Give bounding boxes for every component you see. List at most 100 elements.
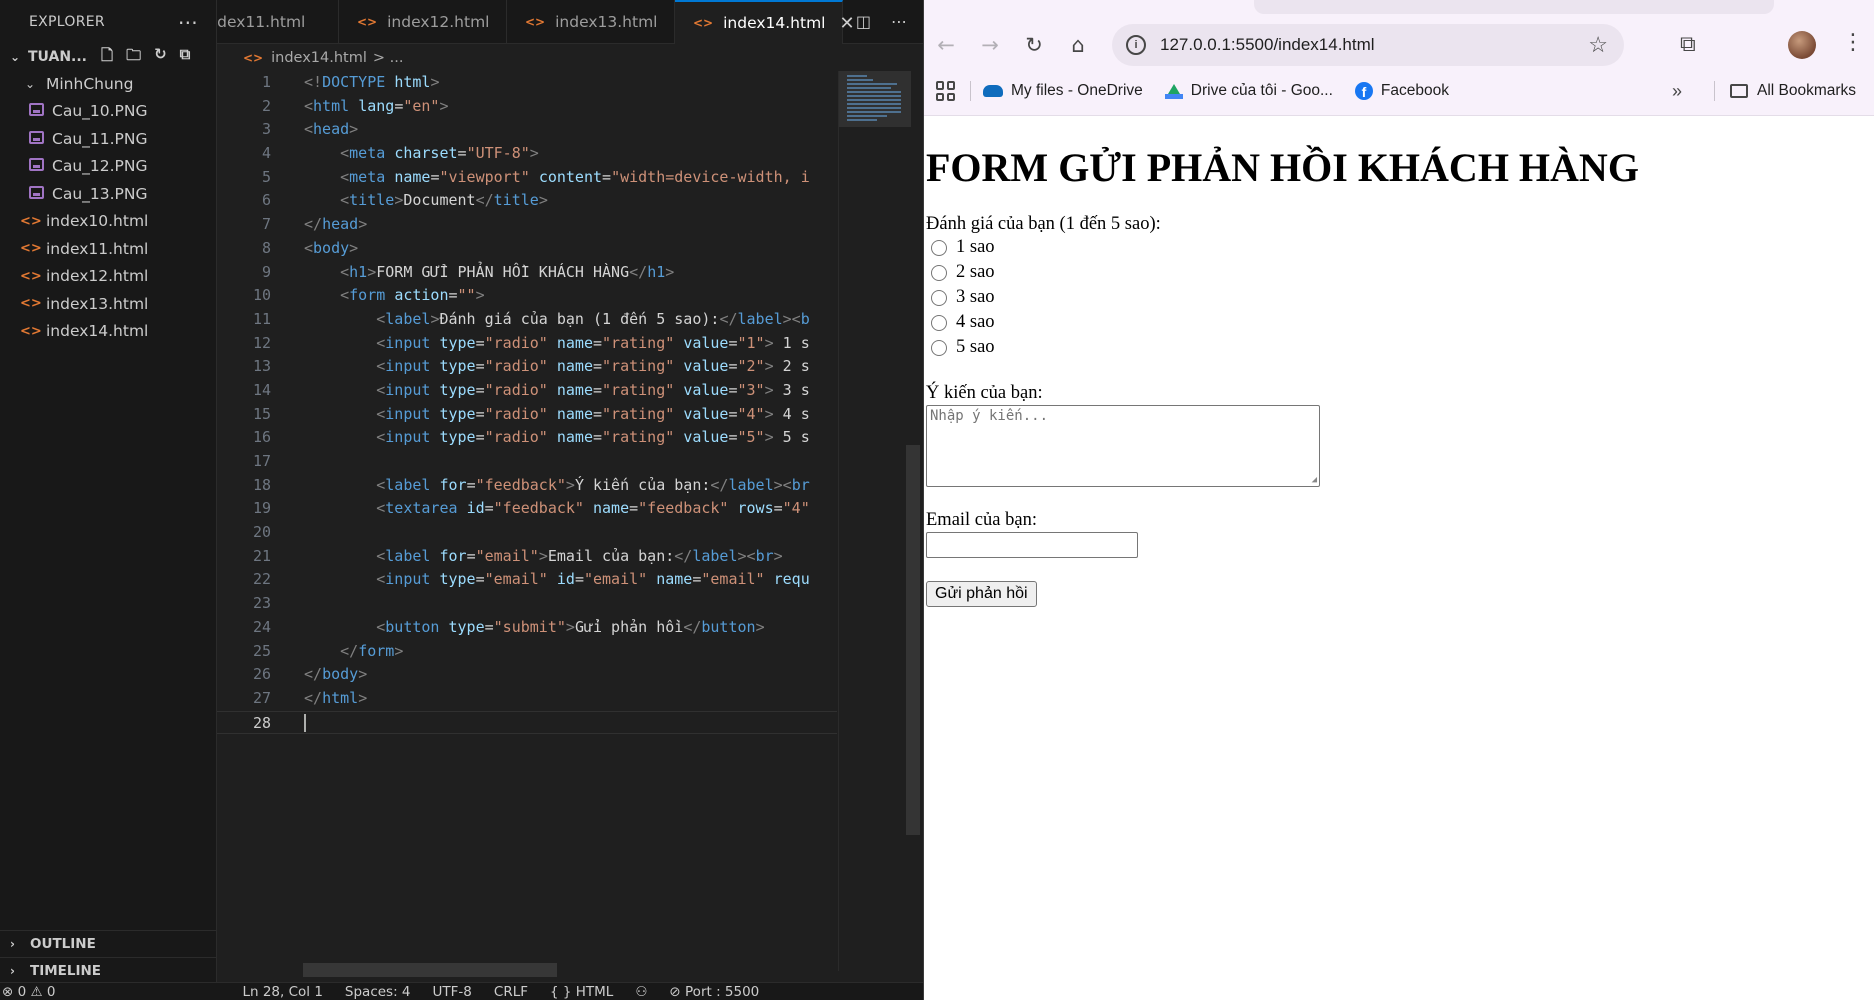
tree-item[interactable]: <> index12.html xyxy=(0,263,216,291)
code-line[interactable]: 9 <h1>FORM GỬI PHẢN HỒI KHÁCH HÀNG</h1> xyxy=(217,261,837,285)
horizontal-scrollbar[interactable] xyxy=(303,963,557,977)
live-server-port[interactable]: ⊘ Port : 5500 xyxy=(669,984,759,1000)
more-actions-icon[interactable]: ⋯ xyxy=(178,12,198,32)
code-line[interactable]: 12 <input type="radio" name="rating" val… xyxy=(217,332,837,356)
code-line[interactable]: 21 <label for="email">Email của bạn:</la… xyxy=(217,545,837,569)
rating-option[interactable]: 1 sao xyxy=(926,235,1872,260)
workspace-folder-name: TUAN... xyxy=(28,49,87,65)
encoding[interactable]: UTF-8 xyxy=(433,984,472,1000)
extensions-icon[interactable]: ⧉ xyxy=(1680,32,1696,57)
url-text[interactable]: 127.0.0.1:5500/index14.html xyxy=(1160,35,1375,55)
code-line[interactable]: 16 <input type="radio" name="rating" val… xyxy=(217,426,837,450)
code-line[interactable]: 13 <input type="radio" name="rating" val… xyxy=(217,355,837,379)
site-info-icon[interactable]: i xyxy=(1126,35,1146,55)
code-line[interactable]: 24 <button type="submit">Gửi phản hồi</b… xyxy=(217,616,837,640)
rating-option[interactable]: 4 sao xyxy=(926,310,1872,335)
indentation[interactable]: Spaces: 4 xyxy=(345,984,411,1000)
code-line[interactable]: 7 </head> xyxy=(217,213,837,237)
refresh-icon[interactable]: ↻ xyxy=(154,45,167,70)
apps-grid-icon[interactable] xyxy=(936,81,956,101)
back-button[interactable]: ← xyxy=(924,24,968,66)
rating-radio[interactable] xyxy=(931,314,947,331)
email-input[interactable] xyxy=(926,532,1138,558)
chevron-double-right-icon[interactable]: » xyxy=(1672,81,1682,102)
tree-item[interactable]: Cau_13.PNG xyxy=(0,180,216,208)
timeline-section[interactable]: › TIMELINE xyxy=(0,957,216,984)
rating-option[interactable]: 2 sao xyxy=(926,260,1872,285)
code-line[interactable]: 14 <input type="radio" name="rating" val… xyxy=(217,379,837,403)
new-folder-icon[interactable]: 🗀 xyxy=(126,45,141,70)
address-bar[interactable]: i 127.0.0.1:5500/index14.html ☆ xyxy=(1112,24,1624,66)
minimap[interactable] xyxy=(838,71,911,971)
tab-index12[interactable]: <> index12.html xyxy=(339,0,507,44)
workspace-folder[interactable]: ⌄ TUAN... 🗋 🗀 ↻ ⧉ xyxy=(0,44,216,70)
tree-item[interactable]: <> index10.html xyxy=(0,208,216,236)
code-line[interactable]: 17 xyxy=(217,450,837,474)
resize-handle-icon[interactable]: ◢ xyxy=(1312,475,1317,485)
breadcrumb-rest[interactable]: > ... xyxy=(373,50,404,66)
problems-indicator[interactable]: ⊗ 0 ⚠ 0 xyxy=(2,984,55,1000)
tab-index13[interactable]: <> index13.html xyxy=(507,0,675,44)
tree-item[interactable]: Cau_11.PNG xyxy=(0,125,216,153)
outline-section[interactable]: › OUTLINE xyxy=(0,930,216,957)
code-line[interactable]: 26 </body> xyxy=(217,663,837,687)
cursor-position[interactable]: Ln 28, Col 1 xyxy=(242,984,322,1000)
code-line[interactable]: 10 <form action=""> xyxy=(217,284,837,308)
forward-button[interactable]: → xyxy=(968,24,1012,66)
tree-item[interactable]: Cau_12.PNG xyxy=(0,153,216,181)
code-line[interactable]: 3 <head> xyxy=(217,118,837,142)
rating-option[interactable]: 5 sao xyxy=(926,335,1872,360)
reload-button[interactable]: ↻ xyxy=(1012,24,1056,66)
code-line[interactable]: 28 xyxy=(217,710,837,735)
rating-option[interactable]: 3 sao xyxy=(926,285,1872,310)
rating-radio[interactable] xyxy=(931,289,947,306)
tree-item[interactable]: ⌄ MinhChung xyxy=(0,70,216,98)
tree-item[interactable]: <> index11.html xyxy=(0,235,216,263)
code-line[interactable]: 1 <!DOCTYPE html> xyxy=(217,71,837,95)
code-line[interactable]: 5 <meta name="viewport" content="width=d… xyxy=(217,166,837,190)
code-line[interactable]: 22 <input type="email" id="email" name="… xyxy=(217,568,837,592)
rating-radio[interactable] xyxy=(931,264,947,281)
profile-avatar[interactable] xyxy=(1788,31,1816,59)
code-line[interactable]: 27 </html> xyxy=(217,687,837,711)
close-icon[interactable]: ✕ xyxy=(839,13,854,34)
language-mode[interactable]: { } HTML xyxy=(550,984,613,1000)
submit-button[interactable]: Gửi phản hồi xyxy=(926,581,1037,607)
feedback-textarea[interactable]: Nhập ý kiến... ◢ xyxy=(926,405,1320,487)
tree-item[interactable]: <> index13.html xyxy=(0,290,216,318)
code-token: name xyxy=(556,404,593,423)
home-button[interactable]: ⌂ xyxy=(1056,24,1100,66)
rating-radio[interactable] xyxy=(931,339,947,356)
all-bookmarks-button[interactable]: All Bookmarks xyxy=(1730,82,1856,100)
code-line[interactable]: 11 <label>Đánh giá của bạn (1 đến 5 sao)… xyxy=(217,308,837,332)
bookmark-star-icon[interactable]: ☆ xyxy=(1588,32,1608,58)
bookmark-google-drive[interactable]: Drive của tôi - Goo... xyxy=(1164,82,1333,100)
code-line[interactable]: 6 <title>Document</title> xyxy=(217,189,837,213)
collapse-all-icon[interactable]: ⧉ xyxy=(180,45,191,70)
tree-item[interactable]: <> index14.html xyxy=(0,318,216,346)
vertical-scrollbar[interactable] xyxy=(906,445,920,835)
code-line[interactable]: 25 </form> xyxy=(217,640,837,664)
code-editor[interactable]: 1 <!DOCTYPE html> 2 <html lang="en"> 3 <head>… xyxy=(217,71,837,971)
code-line[interactable]: 23 xyxy=(217,592,837,616)
code-line[interactable]: 19 <textarea id="feedback" name="feedbac… xyxy=(217,497,837,521)
rating-radio[interactable] xyxy=(931,239,947,256)
code-line[interactable]: 20 xyxy=(217,521,837,545)
tree-item[interactable]: Cau_10.PNG xyxy=(0,98,216,126)
code-line[interactable]: 18 <label for="feedback">Ý kiến của bạn:… xyxy=(217,474,837,498)
breadcrumb-file[interactable]: index14.html xyxy=(271,50,367,66)
more-actions-icon[interactable]: ⋯ xyxy=(891,12,907,31)
line-ending[interactable]: CRLF xyxy=(494,984,528,1000)
tab-index11[interactable]: index11.html xyxy=(217,0,339,44)
new-file-icon[interactable]: 🗋 xyxy=(101,45,113,70)
code-line[interactable]: 2 <html lang="en"> xyxy=(217,95,837,119)
code-line[interactable]: 8 <body> xyxy=(217,237,837,261)
code-line[interactable]: 4 <meta charset="UTF-8"> xyxy=(217,142,837,166)
bookmark-facebook[interactable]: f Facebook xyxy=(1354,82,1449,100)
browser-menu-icon[interactable]: ⋮ xyxy=(1842,30,1864,55)
copilot-icon[interactable]: ⚇ xyxy=(635,984,647,1000)
tab-index14[interactable]: <> index14.html ✕ xyxy=(675,0,855,44)
bookmark-onedrive[interactable]: My files - OneDrive xyxy=(983,82,1143,100)
code-line[interactable]: 15 <input type="radio" name="rating" val… xyxy=(217,403,837,427)
split-editor-icon[interactable]: ◫ xyxy=(856,12,871,31)
